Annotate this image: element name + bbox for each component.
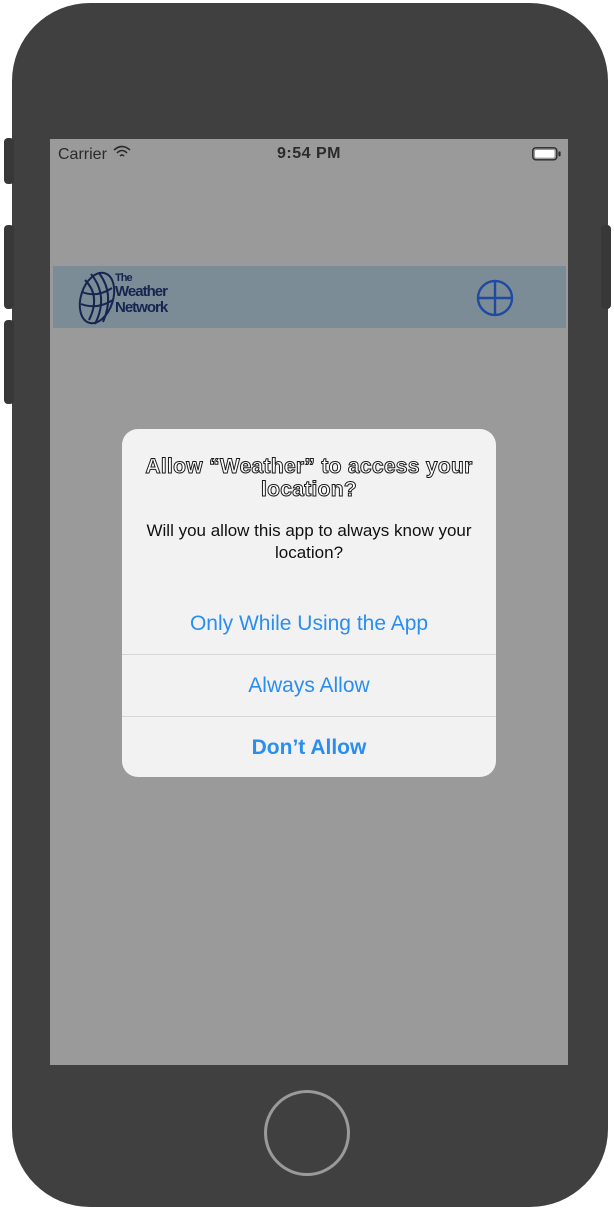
location-permission-alert: Allow “Weather” to access your location?… bbox=[122, 429, 496, 777]
logo-line3: Network bbox=[115, 299, 168, 316]
screen: Carrier 9:54 PM The Weather Network Allo… bbox=[50, 139, 568, 1065]
status-time: 9:54 PM bbox=[277, 145, 341, 162]
home-button[interactable] bbox=[264, 1090, 350, 1176]
ringer-switch bbox=[4, 138, 14, 184]
volume-down-button bbox=[4, 320, 14, 404]
always-allow-button[interactable]: Always Allow bbox=[122, 655, 496, 716]
globe-icon bbox=[78, 271, 116, 325]
alert-title: Allow “Weather” to access your location? bbox=[145, 455, 473, 502]
logo-text: The Weather Network bbox=[115, 272, 168, 316]
power-button bbox=[601, 225, 611, 309]
only-while-using-button[interactable]: Only While Using the App bbox=[122, 593, 496, 654]
weather-network-logo: The Weather Network bbox=[77, 268, 177, 326]
battery-icon bbox=[532, 147, 562, 161]
app-header: The Weather Network bbox=[53, 266, 566, 328]
dont-allow-button[interactable]: Don’t Allow bbox=[122, 717, 496, 777]
volume-up-button bbox=[4, 225, 14, 309]
logo-line2: Weather bbox=[115, 283, 168, 300]
plus-circle-icon bbox=[476, 279, 514, 317]
add-location-button[interactable] bbox=[475, 278, 515, 318]
alert-message: Will you allow this app to always know y… bbox=[146, 521, 472, 562]
status-bar: Carrier 9:54 PM bbox=[50, 139, 568, 169]
